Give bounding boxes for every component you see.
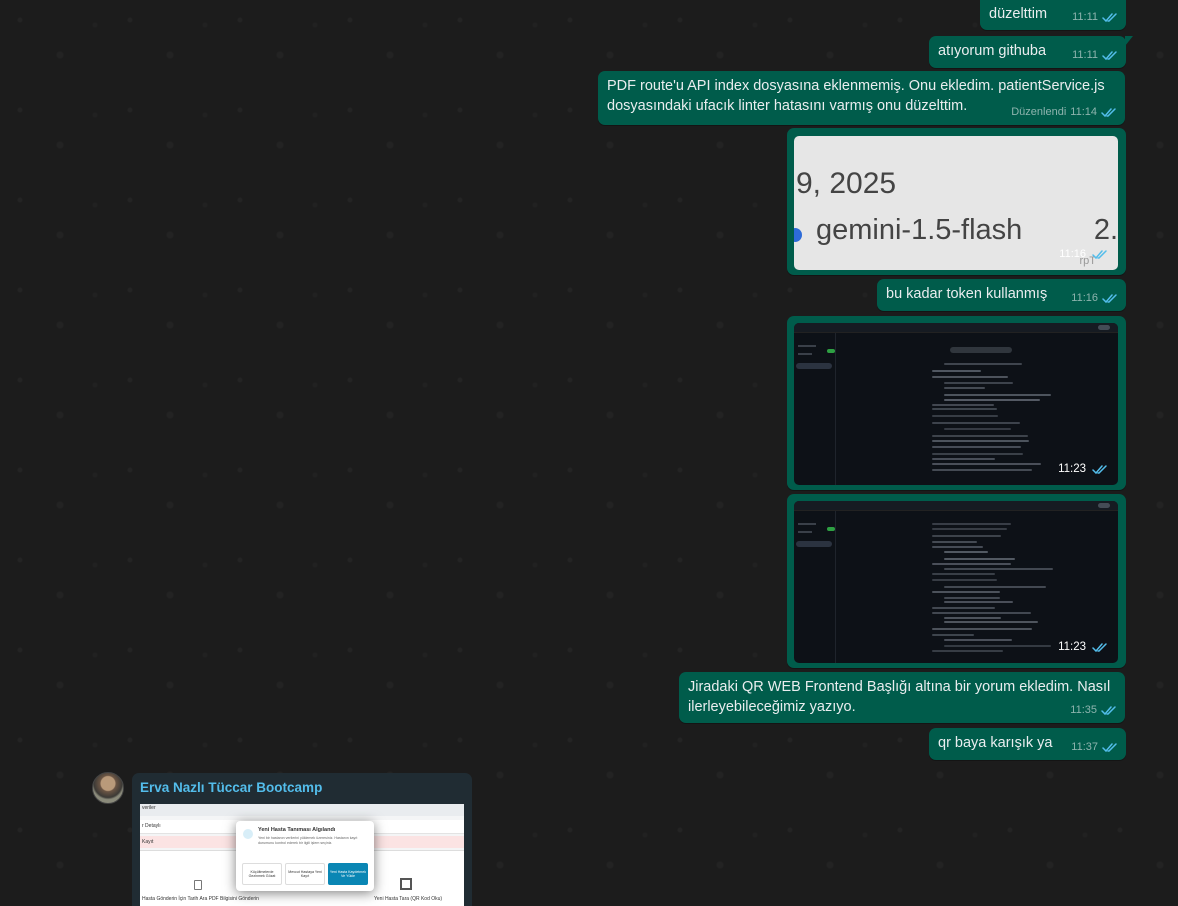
message-time: 11:16: [1059, 248, 1086, 260]
side-label: Kayıt: [142, 839, 154, 845]
double-check-icon: [1092, 642, 1108, 653]
message-time: 11:37: [1071, 741, 1098, 753]
message-image[interactable]: 11:23: [794, 323, 1118, 485]
message-meta: 11:35: [1070, 700, 1117, 720]
image-message[interactable]: 11:23: [787, 316, 1126, 490]
qr-code-icon: [400, 878, 412, 890]
message-bubble[interactable]: Jiradaki QR WEB Frontend Başlığı altına …: [679, 672, 1125, 723]
message-text: qr baya karışık ya: [938, 735, 1053, 751]
message-image[interactable]: 11:23: [794, 501, 1118, 663]
sender-name[interactable]: Erva Nazlı Tüccar Bootcamp: [140, 779, 464, 797]
message-meta: 11:16: [1059, 244, 1108, 264]
double-check-icon: [1102, 742, 1118, 753]
side-label: veriler: [142, 805, 156, 811]
image-message[interactable]: 9, 2025 gemini-1.5-flash 2. rpT 11:16: [787, 128, 1126, 275]
message-meta: 11:37: [1071, 737, 1118, 757]
modal-title: Yeni Hasta Tanıması Algılandı: [258, 827, 336, 833]
message-text: Jiradaki QR WEB Frontend Başlığı altına …: [688, 679, 1111, 715]
side-label: Hasta Gönderin İçin Tarih Ara PDF Bilgis…: [142, 896, 259, 902]
double-check-icon: [1102, 293, 1118, 304]
message-image[interactable]: veriler r Detaylı Kayıt Hasta Gönderin İ…: [140, 804, 464, 906]
edited-label: Düzenlendi: [1011, 106, 1067, 118]
message-time: 11:11: [1072, 11, 1098, 23]
message-bubble[interactable]: atıyorum githuba 11:11: [929, 36, 1133, 68]
message-meta: 11:11: [1072, 7, 1118, 27]
message-bubble[interactable]: PDF route'u API index dosyasına eklenmem…: [598, 71, 1125, 125]
message-time: 11:14: [1070, 106, 1097, 118]
modal-button-primary: Yeni Hasta Kaydetmek Ve Yükle: [328, 863, 368, 885]
double-check-icon: [1101, 107, 1117, 118]
modal-button: Küçültmelerde Gezinmek Gözat: [242, 863, 282, 885]
message-meta: 11:16: [1071, 288, 1118, 308]
modal-dialog: Yeni Hasta Tanıması Algılandı Yeni bir h…: [236, 821, 374, 891]
message-time: 11:35: [1070, 704, 1097, 716]
double-check-icon: [1101, 705, 1117, 716]
double-check-icon: [1102, 12, 1118, 23]
avatar[interactable]: [92, 772, 124, 804]
double-check-icon: [1092, 464, 1108, 475]
message-time: 11:23: [1058, 463, 1086, 475]
image-message[interactable]: 11:23: [787, 494, 1126, 668]
image-text-value: 2.: [1093, 214, 1118, 246]
file-icon: [194, 880, 202, 890]
message-text: atıyorum githuba: [938, 43, 1047, 59]
radio-dot: [794, 228, 802, 242]
message-meta: Düzenlendi 11:14: [1011, 102, 1117, 122]
message-text: bu kadar token kullanmış: [886, 286, 1048, 302]
double-check-icon: [1102, 50, 1118, 61]
message-bubble[interactable]: düzelttim 11:11: [980, 0, 1126, 30]
message-image[interactable]: 9, 2025 gemini-1.5-flash 2. rpT 11:16: [794, 136, 1118, 270]
message-meta: 11:23: [1058, 637, 1108, 657]
message-meta: 11:11: [1072, 45, 1118, 65]
message-text: düzelttim: [989, 6, 1048, 22]
side-label: r Detaylı: [142, 823, 161, 829]
message-bubble[interactable]: qr baya karışık ya 11:37: [929, 728, 1126, 760]
message-time: 11:23: [1058, 641, 1086, 653]
modal-button: Mevcut Hastaya Yeni Kayıt: [285, 863, 325, 885]
side-label: Yeni Hasta Tara (QR Kod Oku): [374, 896, 443, 902]
image-text-date: 9, 2025: [796, 167, 897, 200]
double-check-icon: [1092, 249, 1108, 260]
incoming-message[interactable]: Erva Nazlı Tüccar Bootcamp veriler r Det…: [132, 773, 472, 906]
info-icon: [243, 829, 253, 839]
modal-body: Yeni bir hastanın verilerini yüklemek üz…: [258, 836, 358, 845]
message-time: 11:11: [1072, 49, 1098, 61]
image-text-model: gemini-1.5-flash: [816, 214, 1023, 246]
message-time: 11:16: [1071, 292, 1098, 304]
message-meta: 11:23: [1058, 459, 1108, 479]
message-bubble[interactable]: bu kadar token kullanmış 11:16: [877, 279, 1126, 311]
